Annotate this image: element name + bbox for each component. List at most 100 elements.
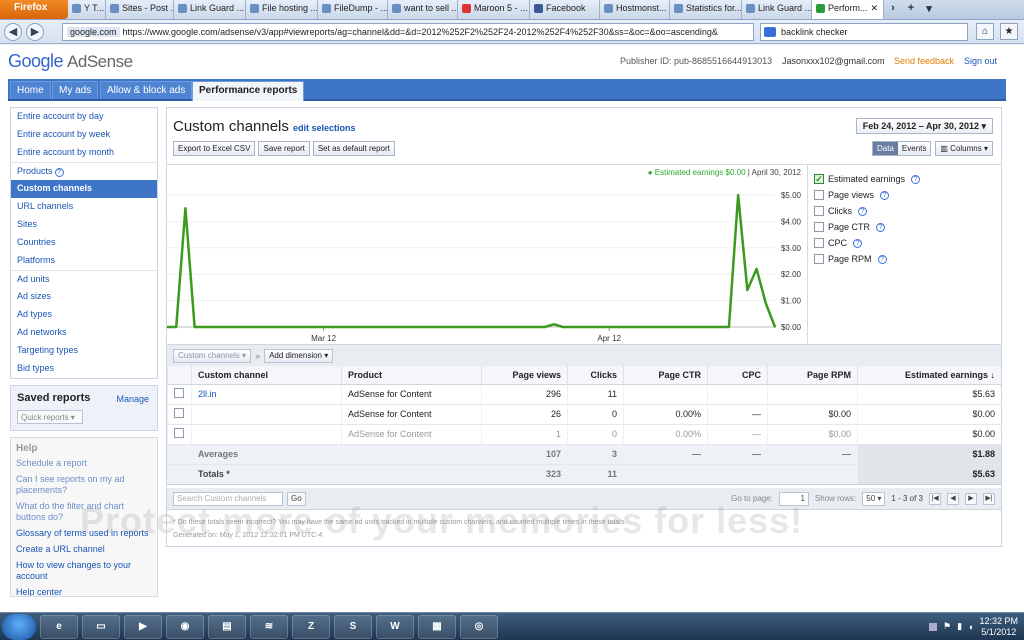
channel-cell[interactable] (191, 404, 342, 425)
column-header-estimated-earnings[interactable]: Estimated earnings ↓ (857, 366, 1001, 385)
column-header-product[interactable]: Product (341, 366, 482, 385)
sidebar-item-products[interactable]: Products? (11, 162, 157, 180)
help-icon[interactable]: ? (877, 254, 887, 264)
sidebar-item-custom-channels[interactable]: Custom channels (11, 180, 157, 198)
metric-cpc[interactable]: CPC? (814, 235, 995, 251)
browser-tab[interactable]: Y T... (68, 0, 106, 19)
row-checkbox[interactable] (174, 388, 184, 398)
help-center-link[interactable]: Help center (16, 587, 152, 596)
help-icon[interactable]: ? (853, 238, 863, 248)
go-button[interactable]: Go (287, 491, 306, 506)
help-icon[interactable]: ? (880, 190, 890, 200)
taskbar-app-icon[interactable]: ◎ (460, 614, 498, 639)
sidebar-item-sites[interactable]: Sites (11, 216, 157, 234)
row-checkbox[interactable] (174, 428, 184, 438)
date-range-picker[interactable]: Feb 24, 2012 – Apr 30, 2012 ▾ (855, 118, 993, 134)
sidebar-item-account-by-week[interactable]: Entire account by week (11, 126, 157, 144)
taskbar-firefox-icon[interactable]: ◉ (166, 614, 204, 639)
browser-tab[interactable]: FileDump - ... (318, 0, 388, 19)
search-input[interactable]: backlink checker (760, 23, 968, 41)
sidebar-item-bid-types[interactable]: Bid types (11, 360, 157, 378)
browser-tab[interactable]: Sites - Post ... (106, 0, 174, 19)
tab-allow-block-ads[interactable]: Allow & block ads (100, 81, 193, 99)
taskbar-media-icon[interactable]: ▶ (124, 614, 162, 639)
channel-cell[interactable]: 2ll.in (191, 384, 342, 405)
column-header-page-views[interactable]: Page views (481, 366, 568, 385)
data-view-button[interactable]: Data (873, 142, 898, 155)
site-identity-badge[interactable]: google.com (67, 27, 120, 37)
first-page-icon[interactable]: |◀ (929, 492, 941, 505)
home-icon[interactable]: ⌂ (976, 23, 994, 40)
column-header-page-ctr[interactable]: Page CTR (623, 366, 708, 385)
checkbox[interactable] (814, 222, 824, 232)
sidebar-item-platforms[interactable]: Platforms (11, 252, 157, 270)
network-icon[interactable]: ▮ (957, 621, 962, 632)
dimension-dropdown[interactable]: Custom channels ▾ (173, 348, 252, 363)
checkbox[interactable] (814, 254, 824, 264)
taskbar-filezilla-icon[interactable]: Z (292, 614, 330, 639)
send-feedback-link[interactable]: Send feedback (894, 56, 954, 66)
last-page-icon[interactable]: ▶| (983, 492, 995, 505)
row-checkbox[interactable] (174, 408, 184, 418)
edit-selections-link[interactable]: edit selections (293, 123, 356, 133)
sidebar-item-ad-networks[interactable]: Ad networks (11, 324, 157, 342)
checkbox[interactable] (814, 238, 824, 248)
checkbox[interactable] (814, 206, 824, 216)
rows-per-page-dropdown[interactable]: 50 ▾ (862, 491, 886, 506)
help-link[interactable]: Can I see reports on my ad placements? (16, 474, 152, 496)
metric-page-rpm[interactable]: Page RPM? (814, 251, 995, 267)
help-icon[interactable]: ? (876, 222, 886, 232)
browser-tab[interactable]: Maroon 5 - ... (458, 0, 530, 19)
taskbar-spotify-icon[interactable]: ≋ (250, 614, 288, 639)
page-number-input[interactable]: 1 (778, 491, 809, 506)
add-dimension-dropdown[interactable]: Add dimension ▾ (264, 348, 334, 363)
column-header-channel[interactable]: Custom channel (191, 366, 342, 385)
address-bar[interactable]: google.com https://www.google.com/adsense… (62, 23, 754, 41)
flag-icon[interactable]: ⚑ (943, 621, 951, 632)
tab-my-ads[interactable]: My ads (52, 81, 99, 99)
new-tab-icon[interactable]: + (902, 0, 920, 19)
taskbar-calculator-icon[interactable]: ▦ (418, 614, 456, 639)
browser-tab[interactable]: Statistics for... (670, 0, 742, 19)
help-link[interactable]: How to view changes to your account (16, 560, 152, 582)
sign-out-link[interactable]: Sign out (964, 56, 997, 66)
events-view-button[interactable]: Events (897, 142, 931, 155)
tab-scroll-icon[interactable]: › (884, 0, 902, 19)
channel-cell[interactable] (191, 424, 342, 445)
metric-clicks[interactable]: Clicks? (814, 203, 995, 219)
firefox-menu-button[interactable]: Firefox (0, 0, 68, 19)
volume-icon[interactable]: ◖ (968, 622, 973, 632)
tab-performance-reports[interactable]: Performance reports (192, 81, 305, 101)
browser-tab[interactable]: Link Guard ... (174, 0, 246, 19)
help-icon[interactable]: ? (54, 168, 64, 177)
bookmark-icon[interactable]: ★ (1000, 23, 1018, 40)
browser-tab-active[interactable]: Perform... ✕ (812, 0, 884, 19)
export-csv-button[interactable]: Export to Excel CSV (173, 141, 256, 156)
sidebar-item-ad-units[interactable]: Ad units (11, 270, 157, 288)
tab-home[interactable]: Home (10, 81, 51, 99)
forward-icon[interactable]: ▶ (26, 22, 44, 41)
sidebar-item-ad-types[interactable]: Ad types (11, 306, 157, 324)
start-button-icon[interactable] (2, 613, 36, 640)
column-header-clicks[interactable]: Clicks (567, 366, 624, 385)
sidebar-item-account-by-day[interactable]: Entire account by day (11, 108, 157, 126)
sidebar-item-account-by-month[interactable]: Entire account by month (11, 144, 157, 162)
browser-tab[interactable]: File hosting ... (246, 0, 318, 19)
metric-page-ctr[interactable]: Page CTR? (814, 219, 995, 235)
help-link[interactable]: What do the filter and chart buttons do? (16, 501, 152, 523)
sidebar-item-ad-sizes[interactable]: Ad sizes (11, 288, 157, 306)
help-link[interactable]: Create a URL channel (16, 544, 152, 555)
taskbar-skype-icon[interactable]: S (334, 614, 372, 639)
columns-dropdown[interactable]: ▥ Columns ▾ (935, 141, 993, 156)
help-icon[interactable]: ? (911, 174, 921, 184)
column-header-page-rpm[interactable]: Page RPM (767, 366, 858, 385)
set-default-report-button[interactable]: Set as default report (312, 141, 395, 156)
taskbar-terminal-icon[interactable]: ▤ (208, 614, 246, 639)
browser-tab[interactable]: Facebook (530, 0, 600, 19)
manage-link[interactable]: Manage (116, 394, 149, 404)
help-link[interactable]: Glossary of terms used in reports (16, 528, 152, 539)
browser-tab[interactable]: Link Guard ... (742, 0, 812, 19)
back-icon[interactable]: ◀ (4, 22, 22, 41)
search-channels-input[interactable]: Search Custom channels (173, 491, 283, 506)
system-clock[interactable]: 12:32 PM 5/1/2012 (979, 616, 1018, 638)
